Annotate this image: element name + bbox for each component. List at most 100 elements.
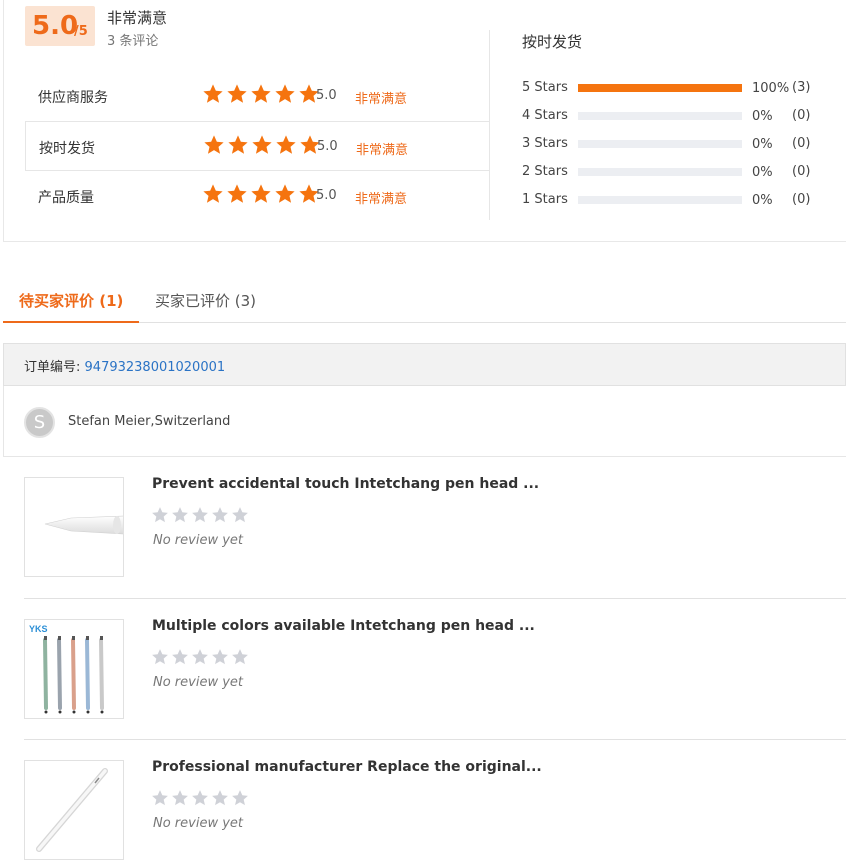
metric-row-supplier-service: 供应商服务 5.0 非常满意: [25, 71, 490, 121]
tab-reviewed[interactable]: 买家已评价 (3): [155, 290, 256, 311]
product-rating-stars[interactable]: [151, 789, 249, 807]
stylus-tip-icon: [44, 515, 123, 535]
star-filled-icon: [275, 84, 295, 103]
avatar: S: [24, 407, 55, 438]
star-empty-icon[interactable]: [211, 789, 229, 807]
summary-divider: [489, 30, 490, 220]
tab-pending-review[interactable]: 待买家评价 (1): [19, 290, 123, 311]
colored-pens-icon: YKS: [29, 624, 104, 714]
distribution-count: (0): [792, 136, 811, 151]
overall-score: 5.0: [32, 11, 79, 41]
star-filled-icon: [228, 135, 248, 154]
star-empty-icon[interactable]: [171, 789, 189, 807]
distribution-title: 按时发货: [522, 33, 583, 51]
distribution-row: 2 Stars 0% (0): [522, 162, 832, 182]
metric-score: 5.0: [316, 88, 337, 103]
product-review-item: Professional manufacturer Replace the or…: [24, 739, 846, 860]
distribution-count: (0): [792, 108, 811, 123]
distribution-row: 1 Stars 0% (0): [522, 190, 832, 210]
product-title[interactable]: Multiple colors available Intetchang pen…: [152, 618, 535, 634]
star-filled-icon: [227, 84, 247, 103]
brand-logo: YKS: [29, 624, 48, 634]
product-thumbnail[interactable]: YKS: [24, 619, 124, 719]
distribution-percent: 0%: [752, 193, 773, 208]
distribution-count: (3): [792, 80, 811, 95]
star-empty-icon[interactable]: [231, 648, 249, 666]
metric-stars: [202, 83, 320, 105]
star-filled-icon: [203, 184, 223, 203]
distribution-bar: [578, 84, 742, 92]
distribution-bar: [578, 112, 742, 120]
distribution-bar: [578, 196, 742, 204]
product-review-item: Prevent accidental touch Intetchang pen …: [24, 457, 846, 598]
star-empty-icon[interactable]: [191, 506, 209, 524]
overall-score-badge: 5.0 /5: [25, 6, 95, 46]
star-empty-icon[interactable]: [151, 789, 169, 807]
distribution-percent: 0%: [752, 165, 773, 180]
overall-rating-label: 非常满意: [107, 9, 168, 27]
product-title[interactable]: Professional manufacturer Replace the or…: [152, 759, 542, 775]
distribution-label: 2 Stars: [522, 164, 568, 179]
product-title[interactable]: Prevent accidental touch Intetchang pen …: [152, 476, 539, 492]
star-empty-icon[interactable]: [151, 506, 169, 524]
metric-score: 5.0: [316, 188, 337, 203]
overall-score-max: /5: [74, 24, 88, 39]
order-label-text: 订单编号:: [24, 360, 81, 375]
distribution-bar: [578, 140, 742, 148]
metric-stars: [203, 134, 321, 156]
distribution-percent: 0%: [752, 137, 773, 152]
distribution-row: 4 Stars 0% (0): [522, 106, 832, 126]
star-filled-icon: [275, 184, 295, 203]
star-empty-icon[interactable]: [231, 506, 249, 524]
review-count: 3 条评论: [107, 34, 159, 49]
metric-stars: [202, 183, 320, 205]
distribution-label: 3 Stars: [522, 136, 568, 151]
star-filled-icon: [204, 135, 224, 154]
star-filled-icon: [227, 184, 247, 203]
metric-row-product-quality: 产品质量 5.0 非常满意: [25, 171, 490, 221]
review-status: No review yet: [153, 675, 244, 690]
metric-label: 按时发货: [39, 141, 95, 157]
metric-rating-text: 非常满意: [355, 92, 408, 107]
order-header: 订单编号: 94793238001020001: [3, 343, 846, 386]
star-empty-icon[interactable]: [171, 506, 189, 524]
distribution-label: 5 Stars: [522, 80, 568, 95]
metric-score: 5.0: [317, 139, 338, 154]
star-filled-icon: [252, 135, 272, 154]
star-filled-icon: [251, 84, 271, 103]
star-empty-icon[interactable]: [171, 648, 189, 666]
review-status: No review yet: [153, 816, 244, 831]
star-empty-icon[interactable]: [191, 789, 209, 807]
star-filled-icon: [276, 135, 296, 154]
buyer-name: Stefan Meier,Switzerland: [68, 414, 231, 429]
review-tabs: 待买家评价 (1) 买家已评价 (3): [3, 278, 846, 323]
star-empty-icon[interactable]: [211, 648, 229, 666]
distribution-bar: [578, 168, 742, 176]
star-filled-icon: [203, 84, 223, 103]
white-stylus-icon: [36, 768, 108, 852]
distribution-percent: 100%: [752, 81, 790, 96]
metric-label: 供应商服务: [38, 90, 108, 106]
star-empty-icon[interactable]: [211, 506, 229, 524]
product-rating-stars[interactable]: [151, 506, 249, 524]
star-empty-icon[interactable]: [191, 648, 209, 666]
review-status: No review yet: [153, 533, 244, 548]
distribution-count: (0): [792, 192, 811, 207]
distribution-count: (0): [792, 164, 811, 179]
product-thumbnail[interactable]: [24, 477, 124, 577]
star-empty-icon[interactable]: [231, 789, 249, 807]
distribution-label: 4 Stars: [522, 108, 568, 123]
metric-label: 产品质量: [38, 190, 94, 206]
order-number-link[interactable]: 94793238001020001: [85, 360, 226, 375]
order-number-label: 订单编号: 94793238001020001: [24, 356, 225, 375]
distribution-row: 3 Stars 0% (0): [522, 134, 832, 154]
product-review-item: YKS Multiple colors available Intetchang…: [24, 598, 846, 739]
product-rating-stars[interactable]: [151, 648, 249, 666]
rating-summary-card: 5.0 /5 非常满意 3 条评论 供应商服务 5.0 非常满意 按时发货 5.…: [3, 0, 846, 242]
star-empty-icon[interactable]: [151, 648, 169, 666]
product-thumbnail[interactable]: [24, 760, 124, 860]
distribution-label: 1 Stars: [522, 192, 568, 207]
metric-rating-text: 非常满意: [356, 143, 409, 158]
metric-row-on-time-delivery[interactable]: 按时发货 5.0 非常满意: [25, 121, 490, 171]
distribution-row: 5 Stars 100% (3): [522, 78, 832, 98]
